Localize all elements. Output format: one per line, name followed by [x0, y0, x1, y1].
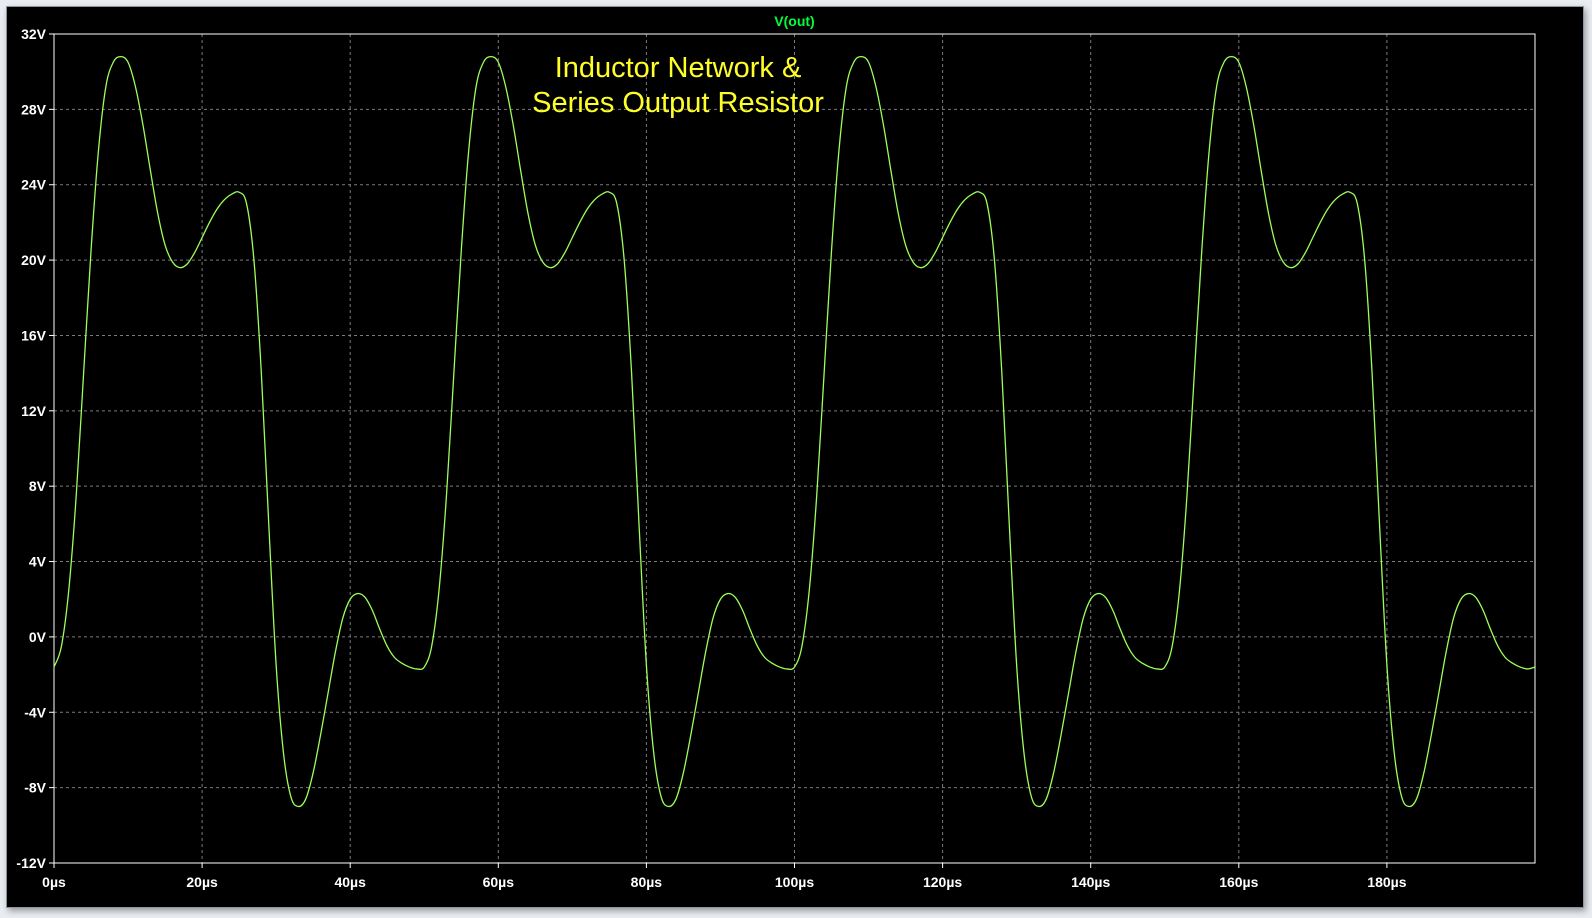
x-tick-label: 100µs — [775, 874, 814, 890]
y-tick-label: 16V — [21, 327, 47, 343]
x-tick-label: 60µs — [483, 874, 515, 890]
y-tick-label: 8V — [29, 478, 47, 494]
x-tick-label: 120µs — [923, 874, 962, 890]
x-tick-label: 0µs — [42, 874, 66, 890]
y-tick-label: 0V — [29, 629, 47, 645]
x-tick-label: 160µs — [1219, 874, 1258, 890]
y-tick-label: -4V — [24, 704, 46, 720]
y-tick-label: -8V — [24, 780, 46, 796]
grid — [54, 34, 1535, 863]
y-tick-label: -12V — [16, 855, 46, 871]
x-axis-ticks: 0µs 20µs 40µs 60µs 80µs 100µs 120µs 140µs 160µs 1… — [42, 863, 1407, 890]
waveform-chart: 0µs 20µs 40µs 60µs 80µs 100µs 120µs 140µs 160µs 1… — [16, 13, 1536, 890]
y-tick-label: 4V — [29, 554, 47, 570]
annotation-line-1: Inductor Network & — [555, 52, 802, 84]
annotation-line-2: Series Output Resistor — [532, 87, 824, 119]
y-tick-label: 32V — [21, 26, 47, 42]
y-axis-ticks: 32V 28V 24V 20V 16V 12V 8V 4V 0V -4V -8V -12V — [16, 26, 54, 871]
y-tick-label: 24V — [21, 177, 47, 193]
y-tick-label: 20V — [21, 252, 47, 268]
plot-window: 0µs 20µs 40µs 60µs 80µs 100µs 120µs 140µs 160µs 1… — [6, 6, 1584, 908]
y-tick-label: 28V — [21, 101, 47, 117]
trace-label[interactable]: V(out) — [774, 13, 814, 29]
x-tick-label: 20µs — [186, 874, 218, 890]
x-tick-label: 40µs — [334, 874, 366, 890]
y-tick-label: 12V — [21, 403, 47, 419]
x-tick-label: 140µs — [1071, 874, 1110, 890]
x-tick-label: 180µs — [1367, 874, 1406, 890]
x-tick-label: 80µs — [631, 874, 663, 890]
